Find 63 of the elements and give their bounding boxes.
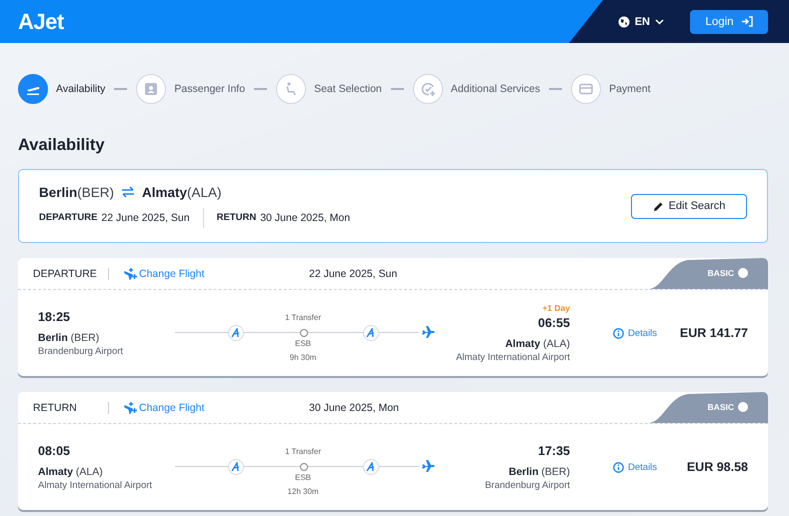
sign-in-icon <box>740 16 753 27</box>
departure-city: Berlin (BER) <box>38 332 100 344</box>
departure-airport: Almaty International Airport <box>38 480 154 490</box>
page-title: Availability <box>18 135 106 155</box>
departure-time: 08:05 <box>38 444 71 458</box>
plane-icon <box>421 325 435 339</box>
departure-airport: Brandenburg Airport <box>38 346 124 356</box>
logo[interactable]: AJet <box>18 8 64 34</box>
plane-icon <box>421 459 435 473</box>
person-icon <box>143 81 160 97</box>
arrival-time: 17:35 <box>538 444 570 458</box>
transfer-count: 1 Transfer <box>284 313 322 322</box>
pencil-icon <box>652 200 664 212</box>
sparkle-plane-icon <box>124 401 137 414</box>
step-label[interactable]: Additional Services <box>450 83 540 95</box>
swap-arrows-icon <box>121 186 136 198</box>
flight-date: 30 June 2025, Mon <box>309 402 399 414</box>
next-day-note: +1 Day <box>542 303 570 313</box>
globe-icon <box>618 16 630 28</box>
flight-duration: 9h 30m <box>288 353 318 362</box>
sparkle-plane-icon <box>124 267 137 280</box>
flight-direction: DEPARTURE <box>33 268 98 280</box>
stop-airport: ESB <box>294 473 312 482</box>
chevron-down-icon <box>655 18 664 24</box>
flight-direction: RETURN <box>33 402 78 414</box>
step-label[interactable]: Availability <box>56 83 106 95</box>
return-label: RETURN <box>216 212 256 223</box>
departure-label: DEPARTURE <box>39 212 98 223</box>
arrival-city: Berlin (BER) <box>508 466 570 478</box>
step-label[interactable]: Seat Selection <box>314 83 382 95</box>
info-icon <box>613 462 624 472</box>
origin-city: Berlin(BER) <box>39 184 114 200</box>
departure-time: 18:25 <box>38 310 71 324</box>
step-label[interactable]: Payment <box>609 83 651 95</box>
radio-dot-icon <box>738 402 748 412</box>
stop-dot-icon <box>300 463 308 471</box>
badge-plus-icon <box>420 81 436 97</box>
change-flight-link[interactable]: Change Flight <box>124 267 309 280</box>
arrival-airport: Brandenburg Airport <box>484 480 570 490</box>
flight-date: 22 June 2025, Sun <box>309 268 398 280</box>
edit-search-button[interactable]: Edit Search <box>631 194 747 218</box>
login-button[interactable]: Login <box>690 10 768 34</box>
arrival-airport: Almaty International Airport <box>456 352 570 363</box>
arrival-city: Almaty (ALA) <box>505 338 570 350</box>
radio-dot-icon <box>738 268 748 278</box>
card-icon <box>578 81 594 97</box>
departure-city: Almaty (ALA) <box>38 466 104 478</box>
flight-price: EUR 141.77 <box>680 326 748 340</box>
flight-price: EUR 98.58 <box>686 460 748 474</box>
change-flight-link[interactable]: Change Flight <box>124 401 309 414</box>
details-link[interactable]: Details <box>613 462 658 472</box>
step-label[interactable]: Passenger Info <box>174 83 246 95</box>
stop-dot-icon <box>300 329 308 337</box>
transfer-count: 1 Transfer <box>284 447 322 456</box>
stop-airport: ESB <box>294 339 312 348</box>
departure-date: 22 June 2025, Sun <box>101 212 190 224</box>
return-date: 30 June 2025, Mon <box>260 212 350 224</box>
info-icon <box>613 328 624 338</box>
flight-duration: 12h 30m <box>286 487 320 496</box>
language-selector[interactable]: EN <box>618 16 664 28</box>
details-link[interactable]: Details <box>613 328 658 338</box>
destination-city: Almaty(ALA) <box>142 184 222 200</box>
arrival-time: 06:55 <box>538 316 570 330</box>
